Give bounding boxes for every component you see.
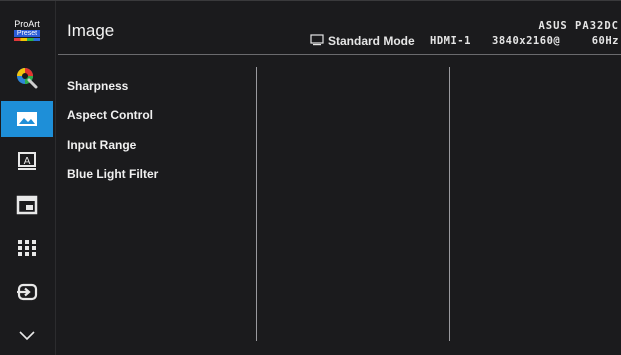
grid-icon [18,240,36,256]
standard-mode-label: Standard Mode [328,34,415,48]
header-divider [58,54,621,55]
input-select-icon [17,283,38,301]
menu-item-sharpness[interactable]: Sharpness [67,71,247,101]
rail-item-input-label[interactable]: A [1,143,53,179]
input-source-status: HDMI-1 [430,35,471,47]
refresh-rate-status: 60Hz [591,35,619,47]
color-palette-icon [17,68,38,89]
rail-item-image[interactable] [1,101,53,137]
proart-logo: ProArt Preset [14,18,40,41]
rail-item-input-select[interactable] [1,274,53,310]
rail-item-pip[interactable] [1,187,53,223]
image-menu-list: Sharpness Aspect Control Input Range Blu… [67,71,247,189]
left-nav-rail: ProArt Preset A [0,1,55,355]
osd-menu: ProArt Preset A Image ASUS PA32DC Standa… [0,0,621,355]
page-title: Image [67,21,115,40]
svg-text:A: A [24,156,31,167]
chevron-down-icon [19,331,35,341]
column-divider-1 [256,67,257,341]
menu-item-blue-light-filter[interactable]: Blue Light Filter [67,160,247,190]
column-divider-2 [449,67,450,341]
menu-item-input-range[interactable]: Input Range [67,130,247,160]
menu-item-aspect-control[interactable]: Aspect Control [67,101,247,131]
monitor-icon [310,34,324,46]
input-label-icon: A [18,152,36,170]
proart-logo-text: ProArt [14,18,40,29]
logo-color-bar [14,37,40,41]
resolution-status: 3840x2160@ [492,35,561,47]
proart-preset-tab[interactable]: ProArt Preset [1,11,53,49]
rail-divider [55,1,56,355]
pip-icon [16,195,38,215]
monitor-model: ASUS PA32DC [538,20,619,32]
rail-item-color[interactable] [1,60,53,96]
mode-status: Standard Mode [310,34,415,50]
image-icon [17,112,37,126]
rail-item-system[interactable] [1,230,53,266]
rail-item-more[interactable] [1,317,53,353]
preset-logo-text: Preset [14,29,40,37]
